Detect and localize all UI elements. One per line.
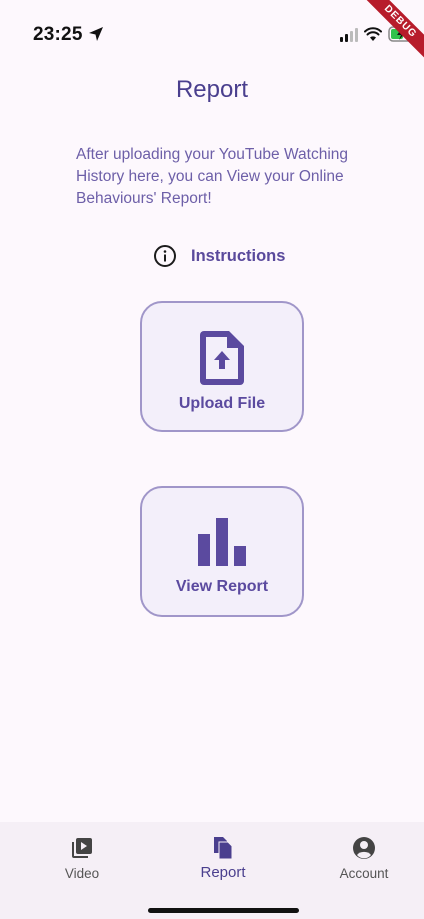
intro-text: After uploading your YouTube Watching Hi… (76, 146, 349, 207)
page-title: Report (175, 76, 249, 103)
cellular-signal-icon (340, 28, 358, 42)
video-library-icon (72, 838, 92, 858)
nav-label-video: Video (64, 866, 100, 881)
nav-label-account: Account (339, 866, 389, 881)
status-time: 23:25 (33, 24, 83, 45)
report-copy-icon (214, 837, 233, 860)
home-indicator[interactable] (148, 908, 299, 913)
instructions-button[interactable]: Instructions (153, 244, 285, 268)
info-circle-icon (154, 245, 176, 267)
account-circle-icon (353, 837, 375, 859)
nav-item-report[interactable]: Report (173, 832, 273, 892)
debug-banner-label: DEBUG (360, 0, 424, 64)
view-report-label: View Report (175, 578, 269, 595)
status-bar: 23:25 DEBUG (0, 0, 424, 64)
instructions-label: Instructions (191, 246, 286, 265)
location-arrow-icon (89, 27, 103, 41)
bottom-navigation: Video Report Account (0, 822, 424, 919)
upload-file-label: Upload File (178, 395, 266, 412)
upload-file-button[interactable]: Upload File (140, 301, 304, 432)
nav-item-account[interactable]: Account (314, 832, 414, 892)
file-upload-icon (200, 331, 244, 385)
bar-chart-icon (198, 518, 246, 566)
view-report-button[interactable]: View Report (140, 486, 304, 617)
nav-item-video[interactable]: Video (32, 832, 132, 892)
debug-banner: DEBUG (360, 0, 424, 64)
nav-label-report: Report (200, 864, 246, 881)
